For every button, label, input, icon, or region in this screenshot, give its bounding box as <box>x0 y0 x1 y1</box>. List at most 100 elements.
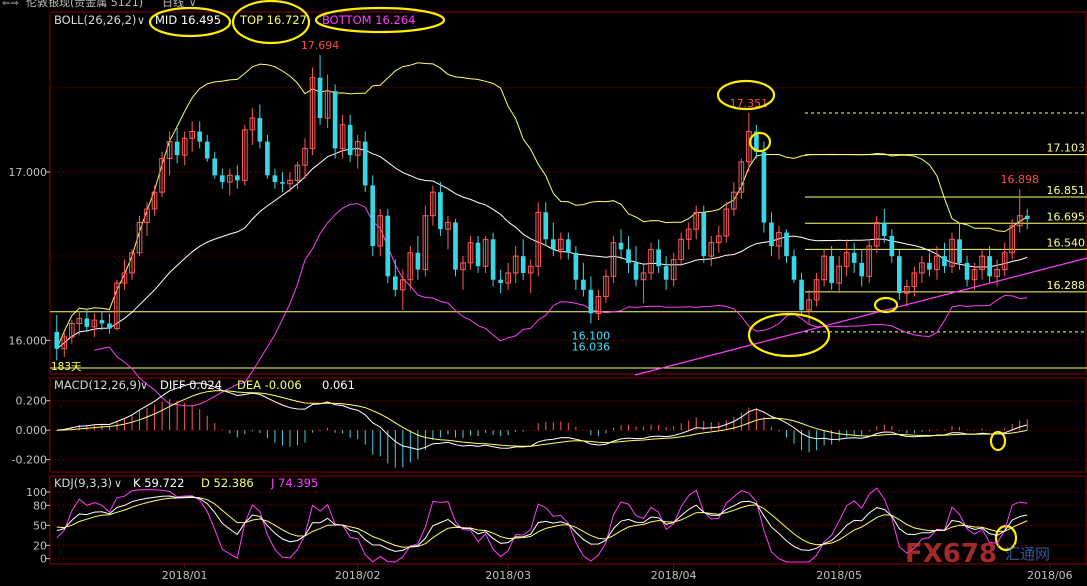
candle-body-down <box>543 212 549 240</box>
candle-body-down <box>663 266 669 280</box>
candle-body-down <box>280 182 285 184</box>
window-title: 伦敦银现(贵金属 5121) <box>26 0 143 9</box>
date-tick-label: 2018/06 <box>1027 569 1073 582</box>
macd-axis: 0.200 0.000 -0.200 <box>12 395 50 467</box>
macd-dea-line <box>56 390 1028 447</box>
boll-top-value: TOP 16.727 <box>239 13 307 27</box>
kdj-j-value: J 74.395 <box>270 476 318 490</box>
kdj-tick-label: 100 <box>26 486 47 499</box>
candle-body-down <box>498 279 503 284</box>
date-tick-label: 2018/05 <box>816 569 862 582</box>
candle-body-down <box>317 77 323 119</box>
candle-body-down <box>197 131 203 142</box>
price-tick-label: 17.000 <box>9 166 48 179</box>
price-annotation: 16.036 <box>572 340 611 353</box>
candle-body-down <box>897 256 902 294</box>
candle-body-down <box>799 279 804 311</box>
boll-name[interactable]: BOLL(26,26,2) <box>54 13 136 27</box>
candle-body-down <box>54 331 60 349</box>
candle-body-down <box>362 141 368 186</box>
candle-body-down <box>565 239 571 253</box>
candle-body-down <box>234 175 240 181</box>
candle-body-down <box>633 262 639 280</box>
candle-body-down <box>550 239 556 250</box>
price-axis: 17.000 16.000 <box>9 166 50 347</box>
kdj-tick-label: 20 <box>33 539 47 552</box>
macd-diff-value: DIFF 0.024 <box>160 378 222 392</box>
candle-body-down <box>964 262 970 280</box>
chart-window: ⇐⇒ 伦敦银现(贵金属 5121) 日线 ∨ 17.103 16.851 16.69… <box>0 0 1087 586</box>
candle-body-down <box>204 141 210 159</box>
candle-body-down <box>347 124 353 156</box>
macd-name[interactable]: MACD(12,26,9) <box>54 378 141 392</box>
candle-body-down <box>385 215 391 277</box>
kdj-axis: 10080 50 200 <box>26 486 50 566</box>
macd-histogram <box>63 399 1028 468</box>
candle-body-down <box>859 262 865 277</box>
candle-body-down <box>99 320 105 324</box>
candle-body-down <box>272 175 278 183</box>
price-tick-label: 16.000 <box>9 334 48 347</box>
macd-value: 0.061 <box>322 378 355 392</box>
date-tick-label: 2018/02 <box>335 569 381 582</box>
candle-body-down <box>174 141 180 156</box>
candle-body-down <box>370 185 376 247</box>
candle-body-down <box>927 262 932 270</box>
price-annotation: 17.694 <box>301 39 340 52</box>
date-tick-label: 2018/01 <box>162 569 208 582</box>
kdj-k-value: K 59.722 <box>133 476 184 490</box>
candle-body-down <box>415 252 421 270</box>
macd-dropdown-icon[interactable]: ∨ <box>140 379 148 392</box>
date-tick-label: 2018/04 <box>651 569 697 582</box>
candle-body-down <box>987 256 992 277</box>
candle-body-down <box>257 118 263 142</box>
candle-body-down <box>626 249 631 263</box>
level-label: 16.851 <box>1047 184 1086 197</box>
panel-frame <box>49 11 1087 375</box>
candle-body-down <box>219 175 225 183</box>
candle-body-down <box>761 151 767 223</box>
boll-mid-value: MID 16.495 <box>155 13 221 27</box>
candle-body-down <box>784 232 789 257</box>
candle-body-down <box>475 242 481 267</box>
boll-mid-line <box>56 147 1028 350</box>
title-bar: ⇐⇒ 伦敦银现(贵金属 5121) 日线 ∨ <box>0 0 1087 9</box>
date-tick-label: 2018/03 <box>485 569 531 582</box>
candle-body-down <box>588 289 594 314</box>
candle-body-down <box>84 318 90 327</box>
kdj-header: KDJ(9,3,3) ∨ K 59.722 D 52.386 J 74.395 <box>54 476 318 490</box>
price-annotation: 16.898 <box>1000 173 1039 186</box>
candle-body-down <box>656 249 661 267</box>
candle-body-down <box>769 222 774 247</box>
macd-dea-value: DEA -0.006 <box>237 378 302 392</box>
kdj-tick-label: 0 <box>40 553 47 566</box>
kdj-tick-label: 80 <box>33 499 47 512</box>
window-title-icon[interactable]: ⇐⇒ <box>2 0 19 9</box>
days-count-label: 183天 <box>51 361 82 373</box>
bollinger-bands <box>56 62 1028 407</box>
macd-lines <box>56 382 1028 451</box>
candle-body-down <box>573 252 579 280</box>
kdj-name[interactable]: KDJ(9,3,3) <box>54 476 112 490</box>
boll-dropdown-icon[interactable]: ∨ <box>137 14 145 27</box>
candle-body-down <box>490 239 496 280</box>
boll-bottom-value: BOTTOM 16.264 <box>322 13 415 27</box>
candle-body-down <box>791 256 797 280</box>
candle-body-down <box>942 256 947 267</box>
level-label: 16.540 <box>1047 236 1086 249</box>
candle-body-down <box>618 242 624 250</box>
candlesticks <box>54 55 1030 361</box>
candle-body-down <box>392 276 398 290</box>
boll-top-line <box>56 62 1028 349</box>
candle-body-down <box>438 192 443 230</box>
kdj-d-value: D 52.386 <box>201 476 254 490</box>
candle-body-down <box>889 235 895 257</box>
candle-body-down <box>107 323 112 329</box>
kdj-dropdown-icon[interactable]: ∨ <box>114 477 122 490</box>
level-label: 17.103 <box>1047 142 1086 155</box>
price-annotations: 17.69417.35116.89816.10016.036 <box>301 39 1039 353</box>
highlight-ellipse <box>748 131 772 153</box>
candle-body-down <box>957 239 962 263</box>
candle-body-down <box>332 91 338 149</box>
candle-body-down <box>520 256 526 273</box>
